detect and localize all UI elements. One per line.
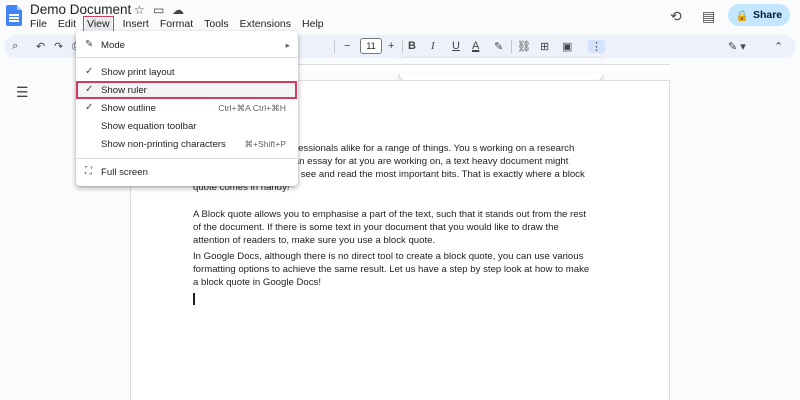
bold-icon[interactable]: B [408, 40, 416, 52]
fullscreen-icon: ⛶ [85, 166, 92, 177]
redo-icon[interactable]: ↷ [54, 40, 63, 53]
toolbar-divider [511, 40, 512, 53]
paragraph-2: A Block quote allows you to emphasise a … [193, 209, 587, 246]
menu-item-label: Show outline [101, 103, 156, 114]
menu-divider [76, 158, 298, 159]
collapse-menus-icon[interactable]: ⌃ [774, 40, 783, 53]
text-color-icon[interactable]: A [472, 40, 479, 52]
menu-item-mode[interactable]: ✎ Mode ▸ [76, 36, 298, 54]
lock-icon: 🔒 [735, 9, 749, 22]
menu-item-label: Show equation toolbar [101, 121, 197, 132]
document-title[interactable]: Demo Document [30, 2, 131, 17]
toolbar-divider [334, 40, 335, 53]
docs-logo-icon[interactable] [6, 5, 22, 26]
menu-item-label: Show ruler [101, 85, 147, 96]
star-icon[interactable]: ☆ [134, 3, 145, 17]
menu-item-label: Full screen [101, 167, 148, 178]
menu-item-show-equation-toolbar[interactable]: Show equation toolbar [76, 117, 298, 135]
menu-item-show-print-layout[interactable]: ✓ Show print layout [76, 63, 298, 81]
menu-item-show-non-printing-characters[interactable]: Show non-printing characters ⌘+Shift+P [76, 135, 298, 153]
view-menu-dropdown: ✎ Mode ▸ ✓ Show print layout ✓ Show rule… [76, 31, 298, 186]
menu-item-label: Show print layout [101, 67, 175, 78]
share-label: Share [752, 9, 783, 21]
menu-file[interactable]: File [30, 18, 47, 30]
decrease-font-size-icon[interactable]: − [344, 40, 350, 52]
toolbar-divider [402, 40, 403, 53]
insert-image-icon[interactable]: ▣ [562, 40, 572, 53]
menu-item-shortcut: ⌘+Shift+P [244, 139, 286, 149]
checkmark-icon: ✓ [85, 102, 94, 113]
comments-icon[interactable]: ▤ [702, 8, 715, 25]
menu-item-show-ruler[interactable]: ✓ Show ruler [76, 81, 297, 99]
version-history-icon[interactable]: ⟲ [670, 8, 682, 25]
menu-extensions[interactable]: Extensions [240, 18, 291, 30]
menu-format[interactable]: Format [160, 18, 193, 30]
search-menus-icon[interactable]: ⌕ [12, 40, 18, 53]
menu-help[interactable]: Help [302, 18, 324, 30]
text-cursor [193, 293, 195, 305]
menu-tools[interactable]: Tools [204, 18, 229, 30]
menu-item-show-outline[interactable]: ✓ Show outline Ctrl+⌘A Ctrl+⌘H [76, 99, 298, 117]
menu-edit[interactable]: Edit [58, 18, 76, 30]
checkmark-icon: ✓ [85, 84, 94, 95]
menu-item-shortcut: Ctrl+⌘A Ctrl+⌘H [218, 103, 286, 113]
pencil-icon: ✎ [85, 39, 94, 50]
menu-divider [76, 57, 298, 58]
menu-insert[interactable]: Insert [123, 18, 149, 30]
menu-view[interactable]: View [83, 16, 114, 32]
italic-icon[interactable]: I [431, 40, 435, 52]
menu-item-full-screen[interactable]: ⛶ Full screen [76, 163, 298, 181]
menu-bar: File Edit View Insert Format Tools Exten… [30, 16, 335, 32]
insert-link-icon[interactable]: ⛓ [517, 40, 531, 53]
undo-icon[interactable]: ↶ [36, 40, 45, 53]
font-size-input[interactable]: 11 [360, 38, 382, 54]
submenu-arrow-icon: ▸ [285, 40, 290, 50]
highlight-color-icon[interactable]: ✎ [494, 40, 503, 53]
checkmark-icon: ✓ [85, 66, 94, 77]
document-outline-icon[interactable]: ☰ [16, 84, 29, 101]
cloud-status-icon[interactable]: ☁ [172, 3, 184, 17]
paragraph-3: In Google Docs, although there is no dir… [193, 251, 590, 288]
editing-mode-icon[interactable]: ✎ ▾ [728, 40, 746, 53]
share-button[interactable]: 🔒 Share [728, 4, 790, 26]
more-options-icon[interactable]: ⋮ [588, 40, 605, 53]
app-header: Demo Document ☆ ▭ ☁ File Edit View Inser… [0, 0, 800, 34]
add-comment-icon[interactable]: ⊞ [540, 40, 549, 53]
menu-item-label: Show non-printing characters [101, 139, 226, 150]
move-folder-icon[interactable]: ▭ [153, 3, 164, 17]
underline-icon[interactable]: U [452, 40, 460, 52]
menu-item-label: Mode [101, 40, 125, 51]
increase-font-size-icon[interactable]: + [388, 40, 394, 52]
